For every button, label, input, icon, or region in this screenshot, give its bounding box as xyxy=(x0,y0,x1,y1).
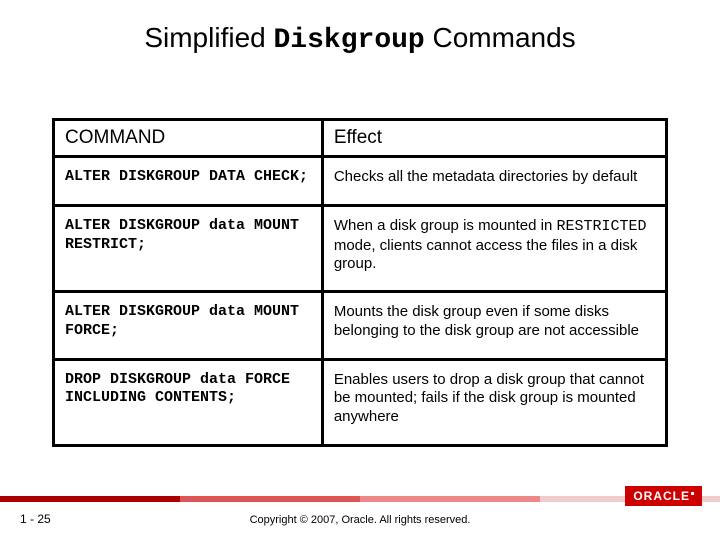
eff-mono: RESTRICTED xyxy=(556,218,646,235)
table-header-row: COMMAND Effect xyxy=(54,120,667,157)
table-row: ALTER DISKGROUP data MOUNT RESTRICT; Whe… xyxy=(54,205,667,291)
cell-effect: When a disk group is mounted in RESTRICT… xyxy=(322,205,666,291)
eff-text: mode, clients cannot access the files in… xyxy=(334,237,638,273)
eff-text: Mounts the disk group even if some disks… xyxy=(334,303,639,339)
eff-text: When a disk group is mounted in xyxy=(334,217,557,234)
cell-effect: Enables users to drop a disk group that … xyxy=(322,359,666,445)
title-mono: Diskgroup xyxy=(274,25,425,56)
eff-text: Enables users to drop a disk group that … xyxy=(334,371,644,426)
cell-command: ALTER DISKGROUP data MOUNT FORCE; xyxy=(54,292,323,360)
footer: 1 - 25 Copyright © 2007, Oracle. All rig… xyxy=(0,498,720,540)
title-pre: Simplified xyxy=(144,22,273,53)
header-effect: Effect xyxy=(322,120,666,157)
cell-command: DROP DISKGROUP data FORCE INCLUDING CONT… xyxy=(54,359,323,445)
cell-effect: Checks all the metadata directories by d… xyxy=(322,157,666,206)
cell-effect: Mounts the disk group even if some disks… xyxy=(322,292,666,360)
copyright-text: Copyright © 2007, Oracle. All rights res… xyxy=(0,514,720,526)
table-row: ALTER DISKGROUP DATA CHECK; Checks all t… xyxy=(54,157,667,206)
table-row: DROP DISKGROUP data FORCE INCLUDING CONT… xyxy=(54,359,667,445)
cell-command: ALTER DISKGROUP DATA CHECK; xyxy=(54,157,323,206)
slide-title: Simplified Diskgroup Commands xyxy=(0,22,720,56)
slide: Simplified Diskgroup Commands COMMAND Ef… xyxy=(0,0,720,540)
cell-command: ALTER DISKGROUP data MOUNT RESTRICT; xyxy=(54,205,323,291)
title-post: Commands xyxy=(425,22,576,53)
eff-text: Checks all the metadata directories by d… xyxy=(334,168,638,185)
header-command: COMMAND xyxy=(54,120,323,157)
commands-table: COMMAND Effect ALTER DISKGROUP DATA CHEC… xyxy=(52,118,668,447)
table-row: ALTER DISKGROUP data MOUNT FORCE; Mounts… xyxy=(54,292,667,360)
